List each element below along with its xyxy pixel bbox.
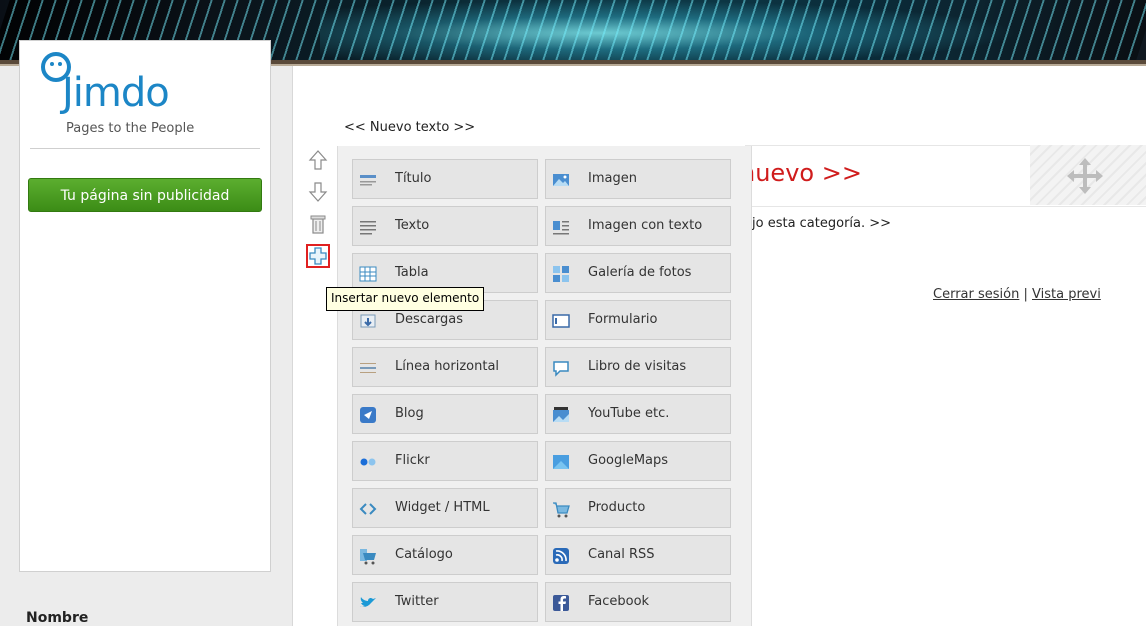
insert-menu-item-galeria-de-fotos[interactable]: Galería de fotos (545, 253, 731, 293)
insert-menu-item-catalogo[interactable]: Catálogo (352, 535, 538, 575)
insert-menu-item-canal-rss[interactable]: Canal RSS (545, 535, 731, 575)
flickr-icon (360, 458, 376, 466)
preview-link[interactable]: Vista previ (1032, 287, 1101, 302)
link-separator: | (1023, 287, 1028, 302)
download-icon (360, 314, 376, 328)
product-icon (553, 502, 570, 518)
trash-icon[interactable] (306, 212, 330, 236)
ad-free-button[interactable]: Tu página sin publicidad (28, 178, 262, 212)
insert-menu-item-widget-html[interactable]: Widget / HTML (352, 488, 538, 528)
insert-menu-item-libro-de-visitas[interactable]: Libro de visitas (545, 347, 731, 387)
logo-tagline: Pages to the People (66, 121, 195, 136)
insert-menu-item-label: Formulario (588, 312, 658, 327)
insert-menu-item-twitter[interactable]: Twitter (352, 582, 538, 622)
insert-menu-item-label: GoogleMaps (588, 453, 669, 468)
insert-menu-item-label: Catálogo (395, 547, 453, 562)
insert-menu-item-label: Producto (588, 500, 646, 515)
logo-divider (30, 148, 260, 149)
move-arrows-icon[interactable] (1066, 157, 1104, 195)
insert-menu-item-imagen[interactable]: Imagen (545, 159, 731, 199)
insert-menu-item-googlemaps[interactable]: GoogleMaps (545, 441, 731, 481)
logout-link[interactable]: Cerrar sesión (933, 287, 1019, 302)
twitter-icon (360, 597, 376, 607)
image-icon (553, 174, 569, 186)
rss-icon (553, 548, 569, 564)
insert-menu-item-label: Tabla (395, 265, 429, 280)
page-heading[interactable]: nuevo >> (740, 159, 862, 187)
category-text[interactable]: jo esta categoría. >> (752, 216, 891, 231)
insert-menu-item-label: Línea horizontal (395, 359, 500, 374)
insert-menu-item-youtube-etc[interactable]: YouTube etc. (545, 394, 731, 434)
widget-html-icon (359, 503, 377, 515)
insert-menu-item-label: Imagen (588, 171, 637, 186)
add-element-button[interactable] (306, 244, 330, 268)
blog-icon (360, 407, 376, 423)
horizontal-line-icon (360, 363, 376, 373)
insert-menu-item-label: Título (395, 171, 432, 186)
image-with-text-icon (553, 221, 569, 235)
insert-menu-item-label: Imagen con texto (588, 218, 703, 233)
session-links: Cerrar sesión | Vista previ (933, 287, 1101, 302)
catalog-icon (360, 549, 376, 565)
insert-menu-item-label: Texto (395, 218, 430, 233)
insert-menu-item-label: Blog (395, 406, 424, 421)
guestbook-icon (553, 361, 569, 377)
add-element-icon (309, 247, 327, 265)
jimdo-logo[interactable]: Jimdo (62, 73, 170, 113)
insert-menu-item-label: Descargas (395, 312, 464, 327)
insert-menu-item-label: Widget / HTML (395, 500, 490, 515)
insert-menu-item-label: YouTube etc. (588, 406, 670, 421)
youtube-icon (553, 407, 569, 422)
title-icon (360, 175, 376, 186)
insert-menu-item-facebook[interactable]: Facebook (545, 582, 731, 622)
insert-menu-item-label: Flickr (395, 453, 430, 468)
table-icon (359, 266, 377, 282)
insert-menu-item-flickr[interactable]: Flickr (352, 441, 538, 481)
photo-gallery-icon (553, 266, 569, 282)
insert-menu-item-label: Galería de fotos (588, 265, 692, 280)
insert-menu-item-imagen-con-texto[interactable]: Imagen con texto (545, 206, 731, 246)
insert-menu-item-texto[interactable]: Texto (352, 206, 538, 246)
insert-menu-item-label: Facebook (588, 594, 650, 609)
insert-menu-item-producto[interactable]: Producto (545, 488, 731, 528)
insert-menu-item-blog[interactable]: Blog (352, 394, 538, 434)
insert-menu-item-label: Libro de visitas (588, 359, 687, 374)
insert-menu-item-titulo[interactable]: Título (352, 159, 538, 199)
arrow-down-icon[interactable] (306, 180, 330, 204)
insert-menu-item-label: Canal RSS (588, 547, 655, 562)
insert-menu-item-formulario[interactable]: Formulario (545, 300, 731, 340)
logo-panel: Jimdo Pages to the People Tu página sin … (19, 40, 271, 572)
insert-menu-item-linea-horizontal[interactable]: Línea horizontal (352, 347, 538, 387)
form-icon (552, 314, 570, 328)
nombre-label: Nombre (26, 610, 89, 626)
google-maps-icon (553, 455, 569, 469)
text-icon (360, 221, 376, 235)
new-text-placeholder[interactable]: << Nuevo texto >> (344, 120, 475, 135)
insert-menu-item-label: Twitter (395, 594, 439, 609)
insert-element-tooltip: Insertar nuevo elemento (326, 287, 485, 311)
facebook-icon (553, 595, 569, 611)
arrow-up-icon[interactable] (306, 148, 330, 172)
